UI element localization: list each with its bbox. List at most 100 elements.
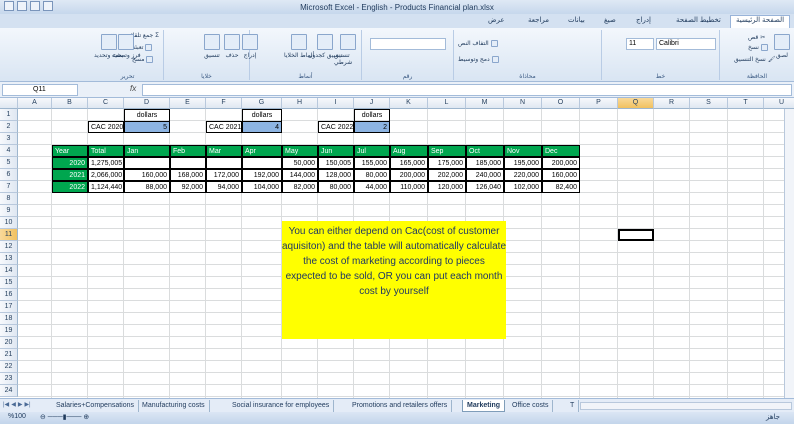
table-cell[interactable]: 104,000 xyxy=(242,181,282,193)
table-cell[interactable]: 192,000 xyxy=(242,169,282,181)
last-sheet-icon[interactable]: ▶| xyxy=(24,401,30,408)
row-header-24[interactable]: 24 xyxy=(0,385,18,397)
table-cell[interactable]: 168,000 xyxy=(170,169,206,181)
row-header-14[interactable]: 14 xyxy=(0,265,18,277)
office-button-icon[interactable] xyxy=(4,1,14,11)
table-cell[interactable]: 150,005 xyxy=(318,157,354,169)
prev-sheet-icon[interactable]: ◀ xyxy=(11,401,16,408)
row-header-2[interactable]: 2 xyxy=(0,121,18,133)
column-header-f[interactable]: F xyxy=(206,98,242,109)
table-cell[interactable]: 240,000 xyxy=(466,169,504,181)
name-box[interactable]: Q11 xyxy=(2,84,78,96)
table-cell[interactable]: 110,000 xyxy=(390,181,428,193)
table-cell[interactable]: 185,000 xyxy=(466,157,504,169)
column-header-l[interactable]: L xyxy=(428,98,466,109)
cac-value-input[interactable]: 4 xyxy=(242,121,282,133)
table-cell[interactable]: 2,066,000 xyxy=(88,169,124,181)
sheet-tab-office-costs[interactable]: Office costs xyxy=(508,400,554,412)
table-cell[interactable] xyxy=(206,157,242,169)
cac-value-input[interactable]: 2 xyxy=(354,121,390,133)
format-button[interactable]: تنسيق xyxy=(204,34,220,59)
column-header-j[interactable]: J xyxy=(354,98,390,109)
paste-button[interactable]: لصق xyxy=(774,34,790,59)
select-all-corner[interactable] xyxy=(0,98,18,109)
year-cell[interactable]: 2022 xyxy=(52,181,88,193)
table-cell[interactable]: 195,000 xyxy=(504,157,542,169)
tab-home[interactable]: الصفحة الرئيسية xyxy=(730,15,791,28)
table-cell[interactable]: 82,000 xyxy=(282,181,318,193)
table-cell[interactable]: 126,040 xyxy=(466,181,504,193)
row-header-19[interactable]: 19 xyxy=(0,325,18,337)
table-cell[interactable]: 1,275,005 xyxy=(88,157,124,169)
fx-icon[interactable]: fx xyxy=(130,84,136,93)
copy-button[interactable]: نسخ xyxy=(748,44,768,51)
table-cell[interactable]: 175,000 xyxy=(428,157,466,169)
tab-view[interactable]: عرض xyxy=(488,16,505,24)
format-painter-button[interactable]: نسخ التنسيق 🖌 xyxy=(734,56,775,63)
zoom-level[interactable]: %100 xyxy=(8,413,26,420)
column-header-s[interactable]: S xyxy=(690,98,728,109)
table-cell[interactable]: 202,000 xyxy=(428,169,466,181)
column-header-d[interactable]: D xyxy=(124,98,170,109)
active-cell-cursor[interactable] xyxy=(618,229,654,241)
column-header-m[interactable]: M xyxy=(466,98,504,109)
row-header-20[interactable]: 20 xyxy=(0,337,18,349)
column-header-b[interactable]: B xyxy=(52,98,88,109)
save-icon[interactable] xyxy=(17,1,27,11)
table-cell[interactable] xyxy=(124,157,170,169)
font-name-select[interactable]: Calibri xyxy=(656,38,716,50)
sheet-tab-t[interactable]: T xyxy=(566,400,580,412)
formula-input[interactable] xyxy=(142,84,792,96)
vertical-scrollbar[interactable] xyxy=(784,109,794,398)
table-cell[interactable]: 94,000 xyxy=(206,181,242,193)
column-header-r[interactable]: R xyxy=(654,98,690,109)
table-cell[interactable]: 80,000 xyxy=(318,181,354,193)
zoom-slider[interactable]: ⊖ ───▮─── ⊕ xyxy=(40,413,89,421)
sheet-tab-salaries-compensations[interactable]: Salaries+Compensations xyxy=(52,400,140,412)
row-header-8[interactable]: 8 xyxy=(0,193,18,205)
table-cell[interactable]: 92,000 xyxy=(170,181,206,193)
table-cell[interactable]: 220,000 xyxy=(504,169,542,181)
column-header-u[interactable]: U xyxy=(764,98,794,109)
row-header-7[interactable]: 7 xyxy=(0,181,18,193)
column-header-t[interactable]: T xyxy=(728,98,764,109)
row-header-5[interactable]: 5 xyxy=(0,157,18,169)
tab-formulas[interactable]: صيغ xyxy=(604,16,616,24)
tab-review[interactable]: مراجعة xyxy=(528,16,549,24)
table-cell[interactable]: 155,000 xyxy=(354,157,390,169)
table-cell[interactable]: 172,000 xyxy=(206,169,242,181)
column-header-c[interactable]: C xyxy=(88,98,124,109)
table-cell[interactable]: 200,000 xyxy=(542,157,580,169)
row-header-21[interactable]: 21 xyxy=(0,349,18,361)
row-header-4[interactable]: 4 xyxy=(0,145,18,157)
column-header-a[interactable]: A xyxy=(18,98,52,109)
sheet-tab-social-insurance-for-employees[interactable]: Social insurance for employees xyxy=(228,400,335,412)
tab-page-layout[interactable]: تخطيط الصفحة xyxy=(676,16,721,24)
table-cell[interactable]: 200,000 xyxy=(390,169,428,181)
table-cell[interactable]: 128,000 xyxy=(318,169,354,181)
row-header-13[interactable]: 13 xyxy=(0,253,18,265)
column-header-q[interactable]: Q xyxy=(618,98,654,109)
row-header-10[interactable]: 10 xyxy=(0,217,18,229)
row-header-1[interactable]: 1 xyxy=(0,109,18,121)
row-header-17[interactable]: 17 xyxy=(0,301,18,313)
table-cell[interactable]: 160,000 xyxy=(542,169,580,181)
cut-button[interactable]: قص ✂ xyxy=(748,34,765,41)
table-cell[interactable]: 44,000 xyxy=(354,181,390,193)
table-cell[interactable]: 144,000 xyxy=(282,169,318,181)
table-cell[interactable]: 80,000 xyxy=(354,169,390,181)
tab-data[interactable]: بيانات xyxy=(568,16,585,24)
cac-value-input[interactable]: 5 xyxy=(124,121,170,133)
column-header-o[interactable]: O xyxy=(542,98,580,109)
redo-icon[interactable] xyxy=(43,1,53,11)
sheet-tab-manufacturing-costs[interactable]: Manufacturing costs xyxy=(138,400,210,412)
row-header-6[interactable]: 6 xyxy=(0,169,18,181)
column-header-g[interactable]: G xyxy=(242,98,282,109)
row-header-23[interactable]: 23 xyxy=(0,373,18,385)
table-cell[interactable]: 102,000 xyxy=(504,181,542,193)
row-header-9[interactable]: 9 xyxy=(0,205,18,217)
horizontal-scrollbar[interactable] xyxy=(580,402,792,410)
row-header-18[interactable]: 18 xyxy=(0,313,18,325)
first-sheet-icon[interactable]: |◀ xyxy=(3,401,9,408)
column-header-n[interactable]: N xyxy=(504,98,542,109)
